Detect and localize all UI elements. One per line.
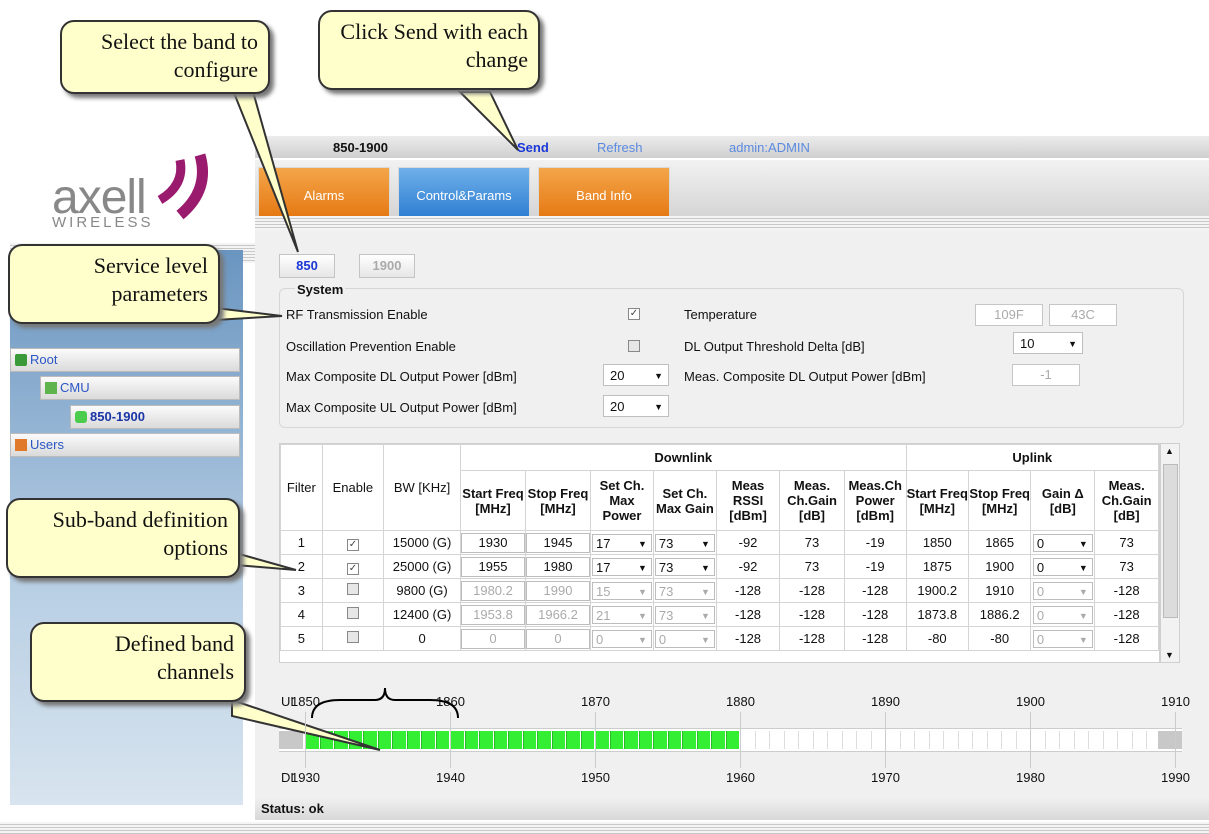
grid-line: [1175, 712, 1176, 768]
pointer-subband: [230, 550, 297, 571]
grid-line: [595, 712, 596, 768]
callout-select-band: Select the band to configure: [60, 20, 270, 94]
callout-click-send: Click Send with each change: [318, 10, 540, 90]
callout-defined-channels: Defined band channels: [30, 622, 246, 702]
pointer-channels: [231, 698, 381, 751]
pointer-send: [457, 91, 519, 151]
grid-line: [305, 712, 306, 768]
callout-pointers: [189, 87, 519, 751]
callout-subband: Sub-band definition options: [6, 498, 240, 578]
grid-line: [740, 712, 741, 768]
bracket-icon: [311, 687, 459, 719]
grid-line: [885, 712, 886, 768]
callout-service-level: Service level parameters: [8, 244, 220, 324]
grid-line: [450, 712, 451, 768]
pointer-select-band: [230, 87, 299, 253]
grid-line: [1030, 712, 1031, 768]
